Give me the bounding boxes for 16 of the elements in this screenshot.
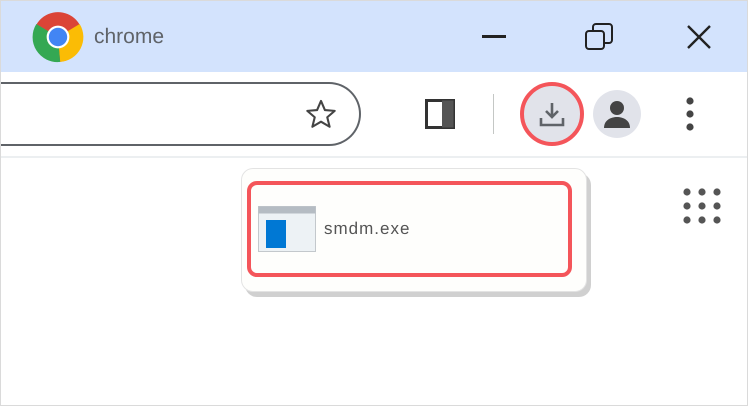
side-panel-icon[interactable] [425, 99, 455, 129]
profile-button[interactable] [593, 90, 641, 138]
file-name: smdm.exe [324, 219, 410, 239]
address-bar[interactable] [1, 82, 361, 146]
menu-icon[interactable] [686, 97, 694, 131]
apps-grid-icon[interactable] [683, 188, 721, 226]
star-icon[interactable] [305, 99, 337, 129]
close-icon[interactable] [687, 24, 711, 48]
download-icon [539, 101, 565, 127]
window-title: chrome [94, 24, 164, 48]
file-icon [258, 206, 316, 252]
minimize-icon[interactable] [482, 34, 506, 38]
person-icon [603, 100, 631, 128]
restore-icon[interactable] [584, 22, 612, 50]
download-item[interactable]: smdm.exe [247, 181, 572, 277]
chrome-logo-icon [32, 10, 84, 62]
